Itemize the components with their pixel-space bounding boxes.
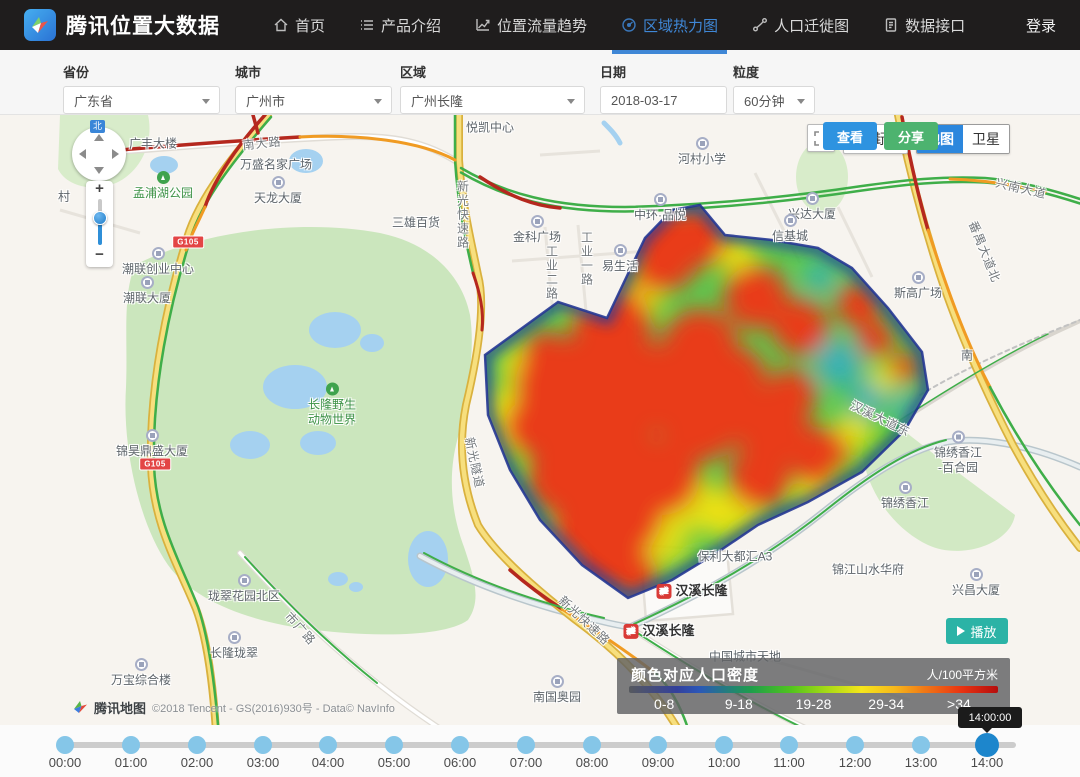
time-label: 07:00 bbox=[510, 755, 543, 770]
pan-up-icon[interactable] bbox=[94, 134, 104, 141]
tencent-map-logo-icon bbox=[73, 700, 88, 715]
list-icon bbox=[359, 17, 375, 33]
play-icon bbox=[957, 626, 965, 636]
time-label: 09:00 bbox=[642, 755, 675, 770]
legend-bin: 0-8 bbox=[654, 696, 674, 712]
time-dot[interactable] bbox=[649, 736, 667, 754]
time-slider: 00:00 01:00 02:00 03:00 04:00 05:00 06:00 07:00… bbox=[0, 725, 1080, 777]
trend-icon bbox=[475, 17, 491, 33]
date-label: 日期 bbox=[600, 62, 727, 81]
time-tooltip: 14:00:00 bbox=[958, 707, 1022, 728]
nav-menu: 首页 产品介绍 位置流量趋势 区域热力图 人口迁徙图 数据接口 bbox=[256, 0, 982, 50]
nav-item-migration[interactable]: 人口迁徙图 bbox=[735, 0, 866, 50]
time-label: 06:00 bbox=[444, 755, 477, 770]
province-label: 省份 bbox=[63, 62, 220, 81]
time-label: 08:00 bbox=[576, 755, 609, 770]
zoom-slider-thumb[interactable] bbox=[93, 211, 107, 225]
legend-gradient-bar bbox=[629, 686, 998, 693]
nav-item-home[interactable]: 首页 bbox=[256, 0, 342, 50]
view-button[interactable]: 查看 bbox=[823, 122, 877, 150]
legend-unit: 人/100平方米 bbox=[927, 666, 998, 683]
map-canvas[interactable]: 广丰大楼悦凯中心河村小学英菲尼迪大厦万盛名家广场天龙大厦孟浦湖公园村潮联创业中心… bbox=[0, 115, 1080, 725]
granularity-select[interactable]: 60分钟 bbox=[733, 86, 815, 114]
city-label: 城市 bbox=[235, 62, 392, 81]
city-select[interactable]: 广州市 bbox=[235, 86, 392, 114]
share-button[interactable]: 分享 bbox=[884, 122, 938, 150]
time-label: 05:00 bbox=[378, 755, 411, 770]
time-label: 01:00 bbox=[115, 755, 148, 770]
top-navbar: 腾讯位置大数据 首页 产品介绍 位置流量趋势 区域热力图 人口迁徙图 数据接口 … bbox=[0, 0, 1080, 50]
time-label: 10:00 bbox=[708, 755, 741, 770]
pan-left-icon[interactable] bbox=[79, 149, 86, 159]
nav-item-region-heatmap[interactable]: 区域热力图 bbox=[604, 0, 735, 50]
time-dot[interactable] bbox=[56, 736, 74, 754]
district-label: 区域 bbox=[400, 62, 585, 81]
pan-down-icon[interactable] bbox=[94, 167, 104, 174]
zoom-slider[interactable] bbox=[98, 199, 102, 245]
map-graphics bbox=[0, 115, 1080, 725]
granularity-label: 粒度 bbox=[733, 62, 815, 81]
time-dot-active[interactable] bbox=[975, 733, 999, 757]
time-dot[interactable] bbox=[846, 736, 864, 754]
chevron-down-icon bbox=[567, 99, 575, 104]
time-dot[interactable] bbox=[583, 736, 601, 754]
home-icon bbox=[273, 17, 289, 33]
time-dot[interactable] bbox=[780, 736, 798, 754]
legend-bin: 29-34 bbox=[868, 696, 904, 712]
chevron-down-icon bbox=[797, 99, 805, 104]
time-dot[interactable] bbox=[319, 736, 337, 754]
time-label: 11:00 bbox=[773, 755, 805, 770]
pan-control[interactable] bbox=[72, 127, 126, 181]
time-label: 00:00 bbox=[49, 755, 82, 770]
login-button[interactable]: 登录 bbox=[1026, 15, 1056, 36]
date-input[interactable]: 2018-03-17 bbox=[600, 86, 727, 114]
time-label: 12:00 bbox=[839, 755, 872, 770]
filter-bar: 省份 广东省 城市 广州市 区域 广州长隆 日期 2018-03-17 粒度 6… bbox=[0, 50, 1080, 115]
time-dot[interactable] bbox=[715, 736, 733, 754]
migration-icon bbox=[752, 17, 768, 33]
density-legend: 颜色对应人口密度 人/100平方米 0-8 9-18 19-28 29-34 >… bbox=[617, 658, 1010, 714]
api-icon bbox=[883, 17, 899, 33]
time-dot[interactable] bbox=[188, 736, 206, 754]
time-label: 03:00 bbox=[247, 755, 280, 770]
satellite-mode-button[interactable]: 卫星 bbox=[963, 125, 1009, 153]
legend-title: 颜色对应人口密度 bbox=[631, 664, 759, 685]
chevron-down-icon bbox=[374, 99, 382, 104]
district-select[interactable]: 广州长隆 bbox=[400, 86, 585, 114]
time-dot[interactable] bbox=[451, 736, 469, 754]
time-dot[interactable] bbox=[122, 736, 140, 754]
north-badge: 北 bbox=[90, 120, 105, 133]
province-select[interactable]: 广东省 bbox=[63, 86, 220, 114]
time-label: 13:00 bbox=[905, 755, 938, 770]
time-label: 04:00 bbox=[312, 755, 345, 770]
pan-right-icon[interactable] bbox=[112, 149, 119, 159]
time-label: 14:00 bbox=[971, 755, 1004, 770]
time-dot[interactable] bbox=[517, 736, 535, 754]
zoom-control[interactable]: + − bbox=[86, 181, 113, 267]
zoom-in-button[interactable]: + bbox=[86, 181, 113, 197]
time-dot[interactable] bbox=[385, 736, 403, 754]
legend-bin: 9-18 bbox=[725, 696, 753, 712]
map-attribution: 腾讯地图 ©2018 Tencent - GS(2016)930号 - Data… bbox=[73, 698, 395, 717]
zoom-out-button[interactable]: − bbox=[86, 247, 113, 263]
play-button[interactable]: 播放 bbox=[946, 618, 1008, 644]
nav-item-data-api[interactable]: 数据接口 bbox=[866, 0, 982, 50]
legend-bin: 19-28 bbox=[796, 696, 832, 712]
app-title: 腾讯位置大数据 bbox=[66, 10, 220, 40]
nav-item-traffic-trend[interactable]: 位置流量趋势 bbox=[458, 0, 604, 50]
heatmap-icon bbox=[621, 17, 637, 33]
tencent-logo-icon bbox=[24, 9, 56, 41]
time-label: 02:00 bbox=[181, 755, 214, 770]
chevron-down-icon bbox=[202, 99, 210, 104]
time-dot[interactable] bbox=[254, 736, 272, 754]
time-dot[interactable] bbox=[912, 736, 930, 754]
nav-item-products[interactable]: 产品介绍 bbox=[342, 0, 458, 50]
